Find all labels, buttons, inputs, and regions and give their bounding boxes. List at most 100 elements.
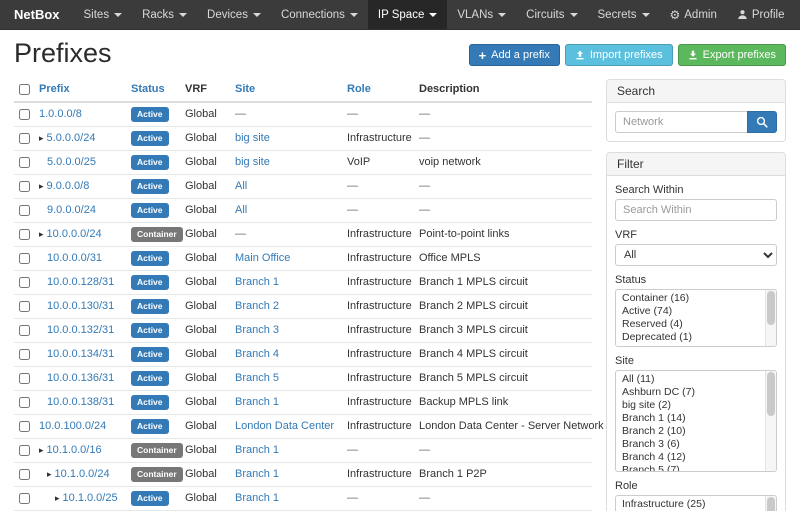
listbox-option[interactable]: All (11) xyxy=(616,373,764,386)
expand-arrow-icon[interactable]: ▸ xyxy=(39,229,44,239)
prefix-link[interactable]: 10.0.100.0/24 xyxy=(39,420,106,432)
prefix-link[interactable]: 9.0.0.0/8 xyxy=(47,180,90,192)
prefix-link[interactable]: 5.0.0.0/24 xyxy=(47,132,96,144)
listbox-option[interactable]: Infrastructure (25) xyxy=(616,498,764,511)
site-link[interactable]: Main Office xyxy=(235,252,290,264)
site-link[interactable]: Branch 1 xyxy=(235,396,279,408)
row-checkbox[interactable] xyxy=(19,133,30,144)
listbox-option[interactable]: Branch 2 (10) xyxy=(616,425,764,438)
nav-item-circuits[interactable]: Circuits xyxy=(516,0,587,29)
prefix-link[interactable]: 10.0.0.136/31 xyxy=(47,372,114,384)
listbox-option[interactable]: Branch 3 (6) xyxy=(616,438,764,451)
row-checkbox[interactable] xyxy=(19,205,30,216)
prefix-link[interactable]: 5.0.0.0/25 xyxy=(47,156,96,168)
prefix-link[interactable]: 10.0.0.0/31 xyxy=(47,252,102,264)
column-header-role[interactable]: Role xyxy=(342,79,414,102)
row-checkbox[interactable] xyxy=(19,493,30,504)
row-checkbox[interactable] xyxy=(19,397,30,408)
row-checkbox[interactable] xyxy=(19,181,30,192)
site-link[interactable]: Branch 1 xyxy=(235,468,279,480)
prefix-link[interactable]: 10.0.0.0/24 xyxy=(47,228,102,240)
search-input[interactable] xyxy=(615,111,747,133)
nav-item-admin[interactable]: ⚙ Admin xyxy=(660,0,727,29)
row-checkbox[interactable] xyxy=(19,325,30,336)
prefix-link[interactable]: 10.0.0.138/31 xyxy=(47,396,114,408)
add-prefix-button[interactable]: + Add a prefix xyxy=(469,44,560,66)
listbox-option[interactable]: Reserved (4) xyxy=(616,318,764,331)
search-button[interactable] xyxy=(747,111,777,133)
status-scrollbar xyxy=(765,290,776,346)
export-prefixes-button[interactable]: Export prefixes xyxy=(678,44,786,66)
row-checkbox[interactable] xyxy=(19,349,30,360)
nav-item-vlans[interactable]: VLANs xyxy=(447,0,516,29)
expand-arrow-icon[interactable]: ▸ xyxy=(55,493,60,503)
site-link[interactable]: All xyxy=(235,204,247,216)
vrf-select[interactable]: All xyxy=(615,244,777,266)
listbox-option[interactable]: Branch 4 (12) xyxy=(616,451,764,464)
status-listbox[interactable]: Container (16)Active (74)Reserved (4)Dep… xyxy=(615,289,777,347)
row-checkbox[interactable] xyxy=(19,229,30,240)
prefix-link[interactable]: 10.1.0.0/25 xyxy=(63,492,118,504)
listbox-option[interactable]: big site (2) xyxy=(616,399,764,412)
listbox-option[interactable]: Ashburn DC (7) xyxy=(616,386,764,399)
description-cell: Backup MPLS link xyxy=(414,391,592,415)
site-link[interactable]: Branch 5 xyxy=(235,372,279,384)
row-checkbox[interactable] xyxy=(19,373,30,384)
row-checkbox[interactable] xyxy=(19,277,30,288)
site-link[interactable]: Branch 1 xyxy=(235,444,279,456)
prefix-link[interactable]: 10.1.0.0/16 xyxy=(47,444,102,456)
listbox-option[interactable]: Container (16) xyxy=(616,292,764,305)
nav-item-secrets[interactable]: Secrets xyxy=(588,0,660,29)
nav-item-racks[interactable]: Racks xyxy=(132,0,197,29)
listbox-option[interactable]: Active (74) xyxy=(616,305,764,318)
site-link[interactable]: big site xyxy=(235,156,270,168)
search-within-input[interactable] xyxy=(615,199,777,221)
nav-item-devices[interactable]: Devices xyxy=(197,0,271,29)
row-checkbox[interactable] xyxy=(19,469,30,480)
site-listbox[interactable]: All (11)Ashburn DC (7)big site (2)Branch… xyxy=(615,370,777,472)
app-logo[interactable]: NetBox xyxy=(0,0,74,29)
site-link[interactable]: big site xyxy=(235,132,270,144)
expand-arrow-icon[interactable]: ▸ xyxy=(39,133,44,143)
expand-arrow-icon[interactable]: ▸ xyxy=(39,445,44,455)
site-link[interactable]: Branch 4 xyxy=(235,348,279,360)
nav-item-logout[interactable]: Log out xyxy=(794,0,800,29)
listbox-option[interactable]: Branch 1 (14) xyxy=(616,412,764,425)
column-header-prefix[interactable]: Prefix xyxy=(34,79,126,102)
role-listbox[interactable]: Infrastructure (25)Management (8)Private… xyxy=(615,495,777,511)
expand-arrow-icon[interactable]: ▸ xyxy=(39,181,44,191)
prefix-link[interactable]: 1.0.0.0/8 xyxy=(39,108,82,120)
site-link[interactable]: Branch 3 xyxy=(235,324,279,336)
nav-item-profile[interactable]: Profile xyxy=(727,0,795,29)
scrollbar-thumb[interactable] xyxy=(767,291,775,325)
site-link[interactable]: Branch 1 xyxy=(235,492,279,504)
nav-item-sites[interactable]: Sites xyxy=(74,0,133,29)
row-checkbox[interactable] xyxy=(19,301,30,312)
column-header-site[interactable]: Site xyxy=(230,79,342,102)
column-header-status[interactable]: Status xyxy=(126,79,180,102)
prefix-link[interactable]: 10.0.0.134/31 xyxy=(47,348,114,360)
site-link[interactable]: Branch 1 xyxy=(235,276,279,288)
prefix-link[interactable]: 9.0.0.0/24 xyxy=(47,204,96,216)
listbox-option[interactable]: Deprecated (1) xyxy=(616,331,764,344)
site-link[interactable]: All xyxy=(235,180,247,192)
row-checkbox[interactable] xyxy=(19,421,30,432)
row-checkbox[interactable] xyxy=(19,157,30,168)
row-checkbox[interactable] xyxy=(19,445,30,456)
nav-item-connections[interactable]: Connections xyxy=(271,0,368,29)
prefix-link[interactable]: 10.1.0.0/24 xyxy=(55,468,110,480)
prefix-link[interactable]: 10.0.0.128/31 xyxy=(47,276,114,288)
site-link[interactable]: Branch 2 xyxy=(235,300,279,312)
expand-arrow-icon[interactable]: ▸ xyxy=(47,469,52,479)
nav-item-ip-space[interactable]: IP Space xyxy=(368,0,447,29)
row-checkbox[interactable] xyxy=(19,253,30,264)
import-prefixes-button[interactable]: Import prefixes xyxy=(565,44,673,66)
prefix-link[interactable]: 10.0.0.130/31 xyxy=(47,300,114,312)
site-link[interactable]: London Data Center xyxy=(235,420,334,432)
select-all-checkbox[interactable] xyxy=(19,84,30,95)
row-checkbox[interactable] xyxy=(19,109,30,120)
prefix-link[interactable]: 10.0.0.132/31 xyxy=(47,324,114,336)
scrollbar-thumb[interactable] xyxy=(767,497,775,511)
scrollbar-thumb[interactable] xyxy=(767,372,775,416)
listbox-option[interactable]: Branch 5 (7) xyxy=(616,464,764,472)
